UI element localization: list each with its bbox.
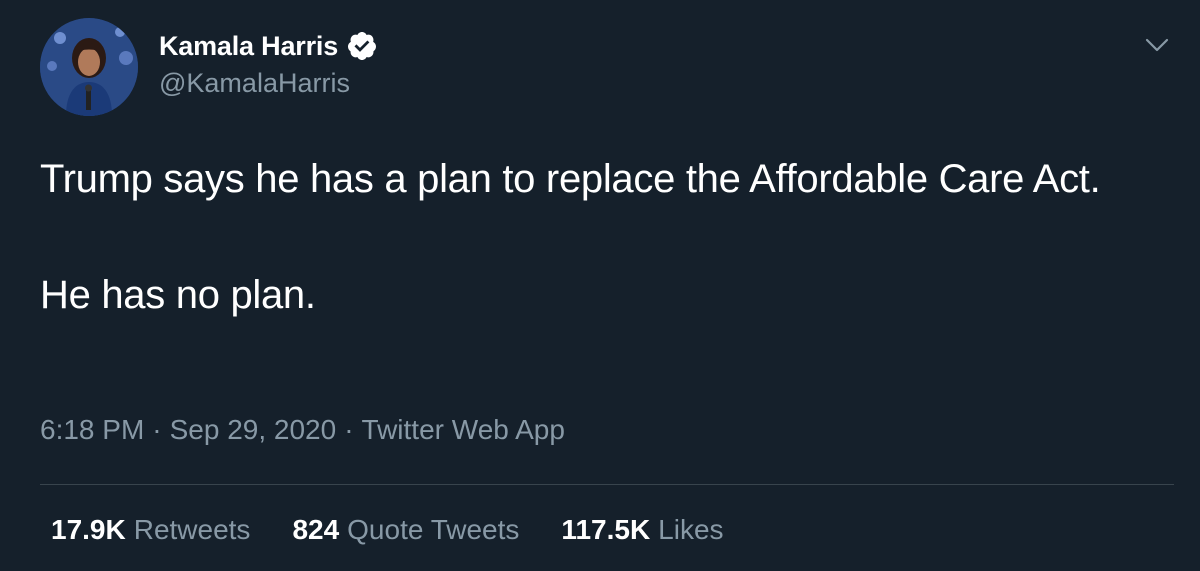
- more-options-button[interactable]: [1142, 30, 1172, 60]
- profile-photo-icon: [40, 18, 138, 116]
- tweet-text: Trump says he has a plan to replace the …: [40, 150, 1160, 324]
- meta-separator: ·: [152, 414, 162, 445]
- likes-count: 117.5K: [561, 514, 651, 545]
- retweets-label: Retweets: [133, 514, 251, 545]
- tweet-date[interactable]: Sep 29, 2020: [170, 414, 337, 445]
- retweets-stat[interactable]: 17.9K Retweets: [51, 514, 250, 546]
- name-row: Kamala Harris: [159, 28, 378, 64]
- author-block: Kamala Harris @KamalaHarris: [159, 28, 378, 99]
- handle[interactable]: @KamalaHarris: [159, 68, 378, 99]
- tweet-card: Kamala Harris @KamalaHarris Trump says h…: [0, 0, 1200, 571]
- verified-badge-icon: [346, 30, 378, 62]
- quote-tweets-stat[interactable]: 824 Quote Tweets: [292, 514, 519, 546]
- tweet-meta: 6:18 PM · Sep 29, 2020 · Twitter Web App: [40, 414, 565, 446]
- quote-tweets-label: Quote Tweets: [347, 514, 520, 545]
- divider: [40, 484, 1174, 485]
- likes-stat[interactable]: 117.5K Likes: [561, 514, 723, 546]
- engagement-stats: 17.9K Retweets 824 Quote Tweets 117.5K Like…: [51, 514, 766, 546]
- tweet-source-link[interactable]: Twitter Web App: [362, 414, 565, 445]
- avatar[interactable]: [40, 18, 138, 116]
- tweet-paragraph: Trump says he has a plan to replace the …: [40, 157, 1101, 201]
- tweet-paragraph: He has no plan.: [40, 273, 316, 317]
- tweet-time[interactable]: 6:18 PM: [40, 414, 144, 445]
- likes-label: Likes: [658, 514, 724, 545]
- display-name[interactable]: Kamala Harris: [159, 31, 338, 62]
- chevron-down-icon: [1145, 38, 1169, 52]
- quote-tweets-count: 824: [292, 514, 340, 545]
- meta-separator: ·: [344, 414, 354, 445]
- retweets-count: 17.9K: [51, 514, 126, 545]
